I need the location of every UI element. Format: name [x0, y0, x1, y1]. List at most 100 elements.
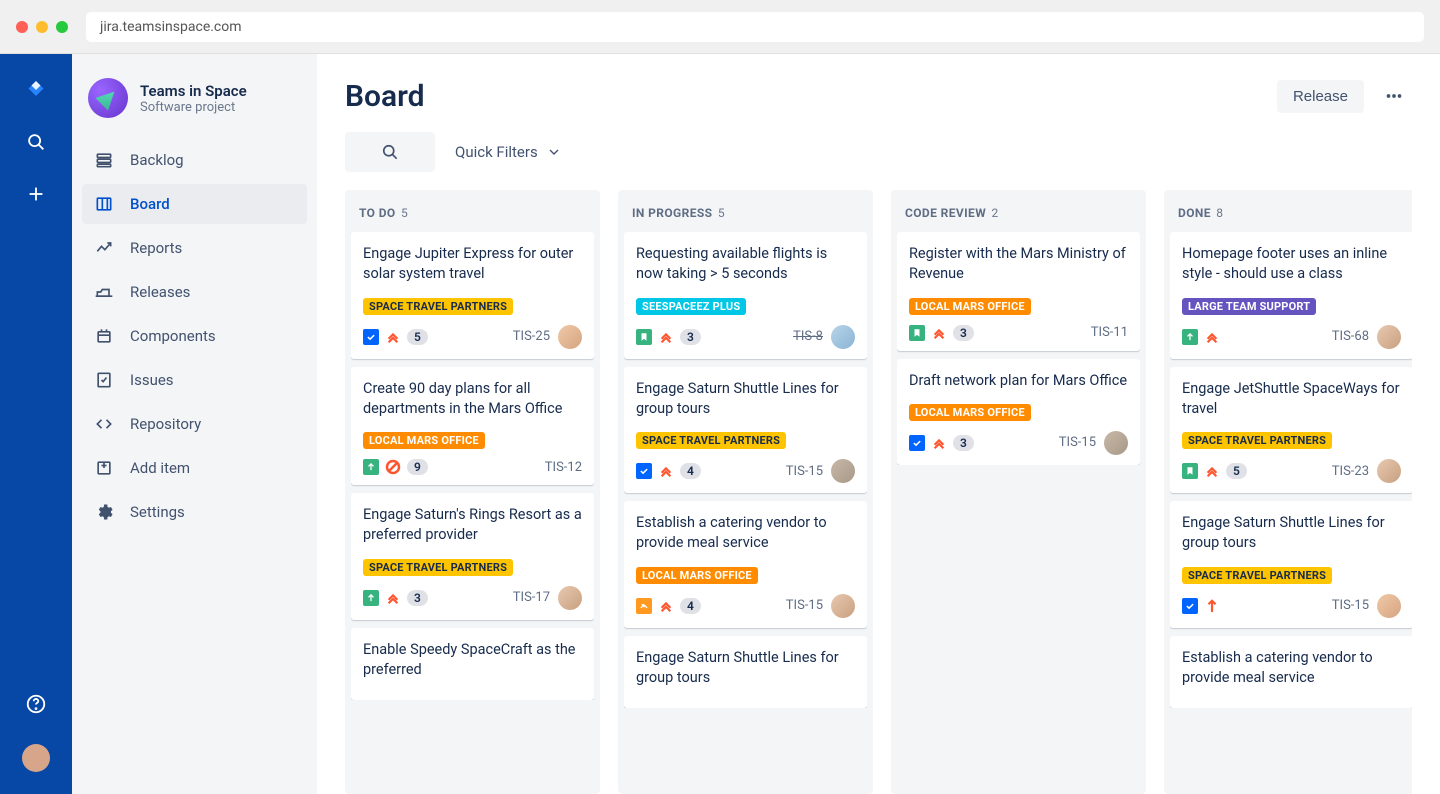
card-list: Requesting available flights is now taki… — [624, 232, 867, 708]
assignee-avatar[interactable] — [831, 325, 855, 349]
issue-card[interactable]: Draft network plan for Mars Office LOCAL … — [897, 359, 1140, 465]
assignee-avatar[interactable] — [558, 586, 582, 610]
help-icon[interactable] — [24, 692, 48, 716]
minimize-window-dot[interactable] — [36, 21, 48, 33]
issue-card[interactable]: Enable Speedy SpaceCraft as the preferre… — [351, 628, 594, 701]
project-header[interactable]: Teams in Space Software project — [82, 78, 307, 140]
column-count: 5 — [401, 206, 408, 220]
issue-card[interactable]: Homepage footer uses an inline style - s… — [1170, 232, 1412, 359]
maximize-window-dot[interactable] — [56, 21, 68, 33]
create-icon[interactable] — [24, 182, 48, 206]
issue-type-imp-icon — [1182, 329, 1198, 345]
epic-label[interactable]: LOCAL MARS OFFICE — [363, 432, 485, 449]
issue-key[interactable]: TIS-17 — [513, 590, 550, 605]
issue-card[interactable]: Establish a catering vendor to provide m… — [624, 501, 867, 628]
epic-label[interactable]: SPACE TRAVEL PARTNERS — [1182, 567, 1332, 584]
card-list: Register with the Mars Ministry of Reven… — [897, 232, 1140, 465]
column-count: 5 — [718, 206, 725, 220]
issue-card[interactable]: Engage JetShuttle SpaceWays for travelSP… — [1170, 367, 1412, 494]
url-bar[interactable]: jira.teamsinspace.com — [86, 12, 1424, 42]
issue-card[interactable]: Requesting available flights is now taki… — [624, 232, 867, 359]
issue-key[interactable]: TIS-11 — [1091, 325, 1128, 340]
sidebar-item-board[interactable]: Board — [82, 184, 307, 224]
chevron-down-icon — [546, 144, 562, 160]
sidebar-item-label: Components — [130, 327, 216, 345]
card-title: Requesting available flights is now taki… — [636, 244, 855, 285]
assignee-avatar[interactable] — [831, 459, 855, 483]
assignee-avatar[interactable] — [831, 594, 855, 618]
issue-card[interactable]: Register with the Mars Ministry of Reven… — [897, 232, 1140, 351]
priority-highest-icon — [385, 329, 401, 345]
issue-card[interactable]: Engage Saturn Shuttle Lines for group to… — [624, 636, 867, 709]
sidebar-item-label: Add item — [130, 459, 190, 477]
issue-type-sub-icon — [636, 598, 652, 614]
search-button[interactable] — [345, 132, 435, 172]
assignee-avatar[interactable] — [1377, 459, 1401, 483]
jira-logo-icon[interactable] — [24, 78, 48, 102]
story-points-badge: 9 — [407, 459, 428, 475]
project-sidebar: Teams in Space Software project Backlog … — [72, 54, 317, 794]
sidebar-item-label: Backlog — [130, 151, 184, 169]
issue-key[interactable]: TIS-68 — [1332, 329, 1369, 344]
issue-card[interactable]: Establish a catering vendor to provide m… — [1170, 636, 1412, 709]
sidebar-item-label: Reports — [130, 239, 182, 257]
sidebar-item-backlog[interactable]: Backlog — [82, 140, 307, 180]
assignee-avatar[interactable] — [1104, 431, 1128, 455]
card-title: Create 90 day plans for all departments … — [363, 379, 582, 420]
epic-label[interactable]: SEESPACEEZ PLUS — [636, 298, 746, 315]
sidebar-item-settings[interactable]: Settings — [82, 492, 307, 532]
priority-highest-icon — [1204, 463, 1220, 479]
card-title: Engage Jupiter Express for outer solar s… — [363, 244, 582, 285]
sidebar-item-components[interactable]: Components — [82, 316, 307, 356]
issue-type-task-icon — [909, 435, 925, 451]
issue-key[interactable]: TIS-23 — [1332, 464, 1369, 479]
sidebar-item-label: Releases — [130, 283, 190, 301]
more-actions-button[interactable] — [1376, 78, 1412, 114]
issue-key[interactable]: TIS-15 — [786, 464, 823, 479]
epic-label[interactable]: SPACE TRAVEL PARTNERS — [363, 298, 513, 315]
issue-key[interactable]: TIS-15 — [1332, 598, 1369, 613]
epic-label[interactable]: LOCAL MARS OFFICE — [909, 404, 1031, 421]
sidebar-item-releases[interactable]: Releases — [82, 272, 307, 312]
epic-label[interactable]: LARGE TEAM SUPPORT — [1182, 298, 1316, 315]
issue-type-story-icon — [636, 329, 652, 345]
story-points-badge: 3 — [680, 329, 701, 345]
epic-label[interactable]: LOCAL MARS OFFICE — [636, 567, 758, 584]
release-button[interactable]: Release — [1277, 80, 1364, 113]
issue-card[interactable]: Create 90 day plans for all departments … — [351, 367, 594, 486]
sidebar-item-issues[interactable]: Issues — [82, 360, 307, 400]
priority-highest-icon — [1204, 329, 1220, 345]
search-icon[interactable] — [24, 130, 48, 154]
issue-card[interactable]: Engage Saturn's Rings Resort as a prefer… — [351, 493, 594, 620]
issue-card[interactable]: Engage Saturn Shuttle Lines for group to… — [1170, 501, 1412, 628]
column-done: DONE 8 Homepage footer uses an inline st… — [1164, 190, 1412, 794]
epic-label[interactable]: SPACE TRAVEL PARTNERS — [363, 559, 513, 576]
global-nav — [0, 54, 72, 794]
sidebar-item-repository[interactable]: Repository — [82, 404, 307, 444]
sidebar-item-label: Settings — [130, 503, 185, 521]
card-title: Draft network plan for Mars Office — [909, 371, 1128, 391]
column-header: TO DO 5 — [351, 200, 594, 232]
assignee-avatar[interactable] — [1377, 594, 1401, 618]
assignee-avatar[interactable] — [1377, 325, 1401, 349]
issue-key[interactable]: TIS-12 — [545, 460, 582, 475]
issue-key[interactable]: TIS-15 — [1059, 435, 1096, 450]
card-title: Engage Saturn's Rings Resort as a prefer… — [363, 505, 582, 546]
issue-card[interactable]: Engage Saturn Shuttle Lines for group to… — [624, 367, 867, 494]
epic-label[interactable]: SPACE TRAVEL PARTNERS — [1182, 432, 1332, 449]
sidebar-item-add-item[interactable]: Add item — [82, 448, 307, 488]
sidebar-item-reports[interactable]: Reports — [82, 228, 307, 268]
quick-filters-dropdown[interactable]: Quick Filters — [455, 143, 562, 161]
assignee-avatar[interactable] — [558, 325, 582, 349]
epic-label[interactable]: LOCAL MARS OFFICE — [909, 298, 1031, 315]
close-window-dot[interactable] — [16, 21, 28, 33]
project-type: Software project — [140, 100, 247, 115]
issue-key[interactable]: TIS-8 — [793, 329, 823, 344]
issue-key[interactable]: TIS-15 — [786, 598, 823, 613]
column-name: IN PROGRESS — [632, 206, 712, 220]
project-name: Teams in Space — [140, 82, 247, 100]
user-avatar[interactable] — [22, 744, 50, 772]
epic-label[interactable]: SPACE TRAVEL PARTNERS — [636, 432, 786, 449]
issue-card[interactable]: Engage Jupiter Express for outer solar s… — [351, 232, 594, 359]
issue-key[interactable]: TIS-25 — [513, 329, 550, 344]
